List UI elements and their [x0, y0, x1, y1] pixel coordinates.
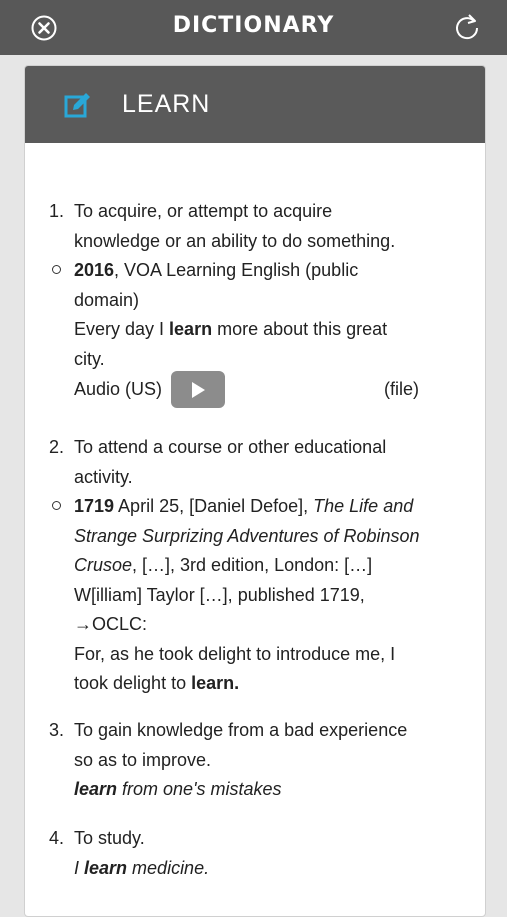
definition-text: To gain knowledge from a bad experience … [74, 720, 408, 799]
top-bar: DICTIONARY [0, 0, 507, 55]
edit-icon[interactable] [63, 90, 93, 120]
audio-label: Audio (US) [74, 379, 163, 399]
quotation: 2016, VOA Learning English (public domai… [74, 260, 388, 369]
definition-text: To study. I learn medicine. [74, 828, 210, 878]
sense-number: 3. [49, 720, 65, 740]
definition-text: To attend a course or other educational … [74, 437, 387, 487]
play-button[interactable] [171, 371, 225, 408]
file-link[interactable]: (file) [384, 375, 419, 405]
definition-text: To acquire, or attempt to acquire knowle… [74, 201, 396, 251]
refresh-icon[interactable] [452, 12, 482, 42]
quote-bullet [52, 501, 61, 510]
definition-card: LEARN 1. To acquire, or attempt to acqui… [24, 65, 486, 917]
sense-number: 2. [49, 437, 65, 457]
audio-row: Audio (US) (file) [74, 371, 454, 409]
quotation: 1719 April 25, [Daniel Defoe], The Life … [74, 496, 420, 693]
word-header: LEARN [25, 66, 485, 143]
play-icon [192, 382, 205, 398]
sense-number: 1. [49, 201, 65, 221]
quote-bullet [52, 265, 61, 274]
app-title: DICTIONARY [172, 13, 335, 38]
headword: LEARN [122, 90, 211, 118]
sense-number: 4. [49, 828, 65, 848]
